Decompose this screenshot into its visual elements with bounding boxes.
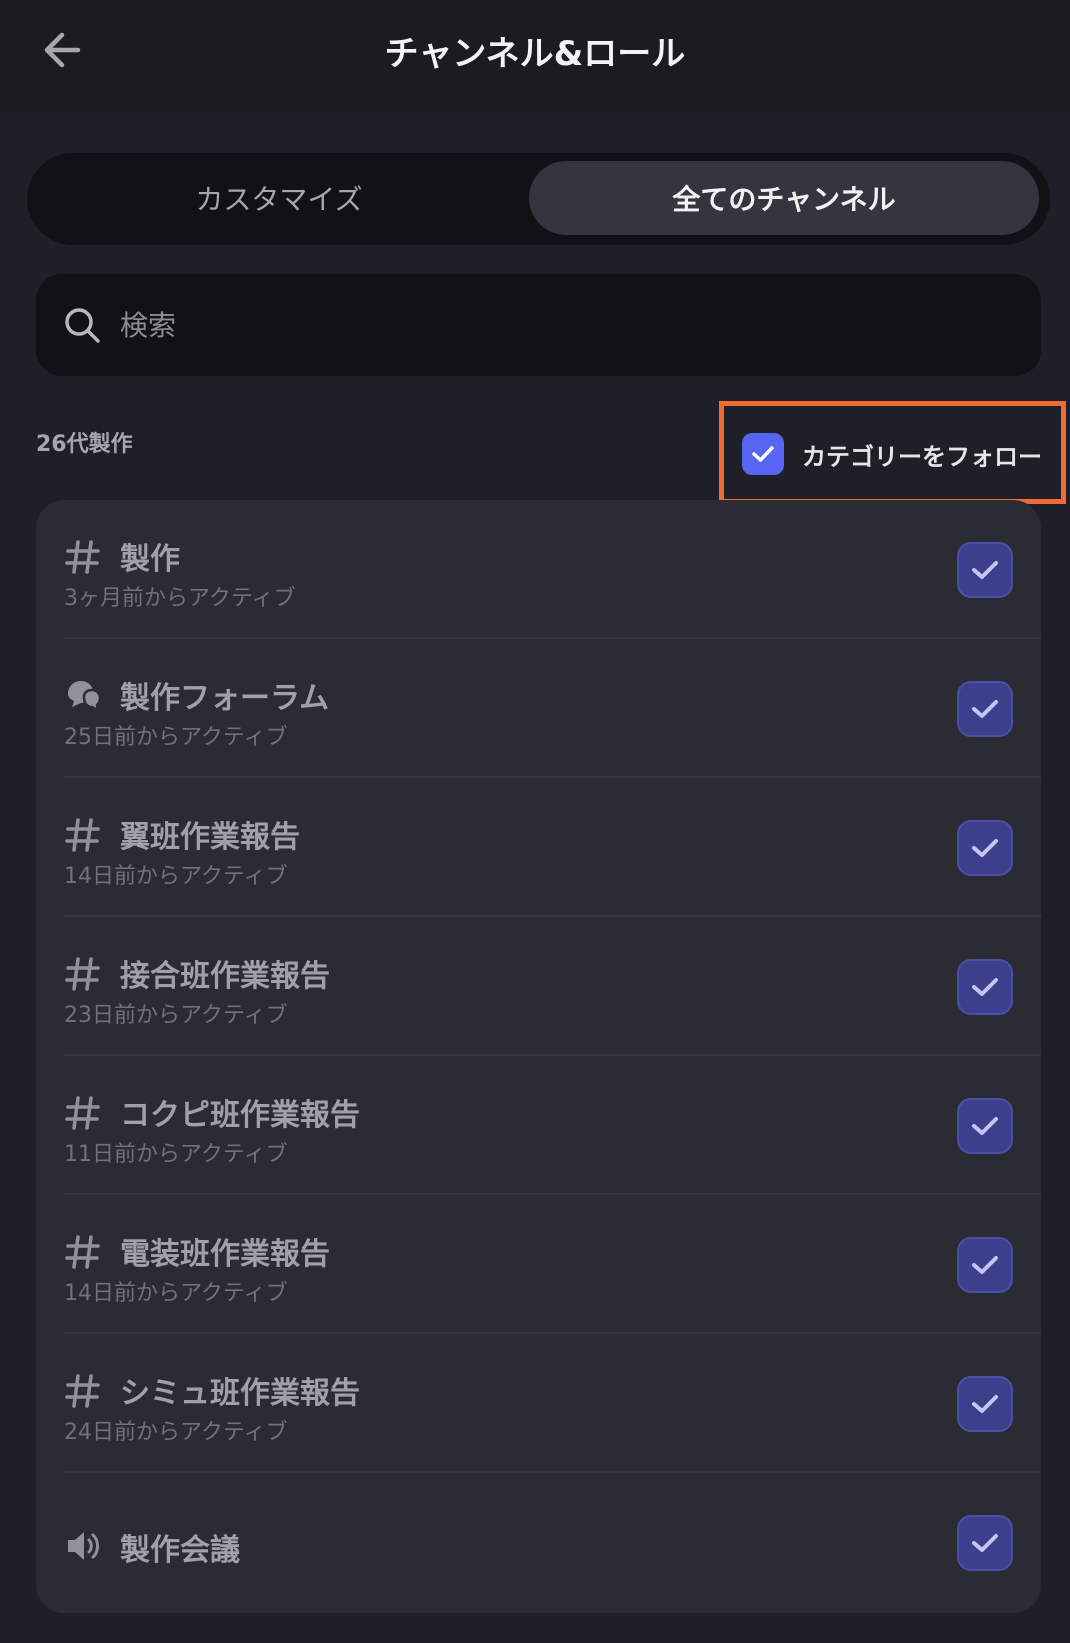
channel-checkbox[interactable]	[957, 1098, 1013, 1154]
search-bar	[36, 274, 1041, 376]
hash-icon	[65, 957, 100, 991]
speaker-icon	[68, 1532, 99, 1560]
channel-checkbox[interactable]	[957, 1515, 1013, 1571]
channel-checkbox[interactable]	[957, 820, 1013, 876]
checkmark-icon	[972, 978, 998, 996]
channel-row[interactable]: 製作フォーラム 25日前からアクティブ	[36, 639, 1041, 778]
header-bar: チャンネル&ロール	[0, 0, 1070, 112]
channel-activity: 14日前からアクティブ	[64, 1281, 288, 1306]
channel-name: 製作	[120, 542, 180, 577]
follow-category-checkbox[interactable]	[742, 433, 784, 475]
channel-checkbox[interactable]	[957, 681, 1013, 737]
page-title: チャンネル&ロール	[384, 33, 686, 74]
channel-name: コクピ班作業報告	[120, 1098, 360, 1133]
channel-activity: 11日前からアクティブ	[64, 1142, 288, 1167]
channel-activity: 23日前からアクティブ	[64, 1003, 288, 1028]
channel-checkbox[interactable]	[957, 1237, 1013, 1293]
channel-activity: 25日前からアクティブ	[64, 725, 288, 750]
tab-customize[interactable]: カスタマイズ	[35, 161, 523, 235]
follow-category-toggle[interactable]: カテゴリーをフォロー	[742, 432, 1042, 476]
checkmark-icon	[972, 1395, 998, 1413]
channel-checkbox[interactable]	[957, 542, 1013, 598]
hash-icon	[65, 540, 100, 574]
tab-switcher: カスタマイズ 全てのチャンネル	[27, 153, 1050, 245]
checkmark-icon	[972, 1117, 998, 1135]
forum-icon	[68, 681, 102, 713]
checkmark-icon	[972, 561, 998, 579]
checkmark-icon	[972, 839, 998, 857]
hash-icon	[65, 1374, 100, 1408]
channel-row[interactable]: シミュ班作業報告 24日前からアクティブ	[36, 1334, 1041, 1473]
channel-name: 製作会議	[120, 1533, 240, 1568]
channel-row[interactable]: 製作 3ヶ月前からアクティブ	[36, 500, 1041, 639]
checkmark-icon	[972, 1534, 998, 1552]
hash-icon	[65, 818, 100, 852]
channel-name: 製作フォーラム	[120, 681, 330, 716]
channel-row[interactable]: 製作会議	[36, 1473, 1041, 1612]
channel-checkbox[interactable]	[957, 1376, 1013, 1432]
channel-name: シミュ班作業報告	[120, 1376, 360, 1411]
search-input[interactable]	[120, 274, 1020, 376]
channel-name: 接合班作業報告	[120, 959, 330, 994]
tab-all-channels[interactable]: 全てのチャンネル	[529, 161, 1039, 235]
channel-row[interactable]: 接合班作業報告 23日前からアクティブ	[36, 917, 1041, 1056]
channel-row[interactable]: コクピ班作業報告 11日前からアクティブ	[36, 1056, 1041, 1195]
channel-row[interactable]: 電装班作業報告 14日前からアクティブ	[36, 1195, 1041, 1334]
channel-activity: 3ヶ月前からアクティブ	[64, 586, 296, 611]
channel-row[interactable]: 翼班作業報告 14日前からアクティブ	[36, 778, 1041, 917]
checkmark-icon	[752, 446, 774, 462]
category-name: 26代製作	[36, 432, 133, 457]
checkmark-icon	[972, 700, 998, 718]
channel-activity: 24日前からアクティブ	[64, 1420, 288, 1445]
hash-icon	[65, 1096, 100, 1130]
channel-list: 製作 3ヶ月前からアクティブ 製作フォーラム 25日前からアクティブ 翼班作業報…	[36, 500, 1041, 1613]
channel-checkbox[interactable]	[957, 959, 1013, 1015]
channel-name: 電装班作業報告	[120, 1237, 330, 1272]
channel-name: 翼班作業報告	[120, 820, 300, 855]
search-icon	[65, 308, 100, 343]
follow-category-label: カテゴリーをフォロー	[802, 442, 1042, 471]
checkmark-icon	[972, 1256, 998, 1274]
channel-activity: 14日前からアクティブ	[64, 864, 288, 889]
hash-icon	[65, 1235, 100, 1269]
